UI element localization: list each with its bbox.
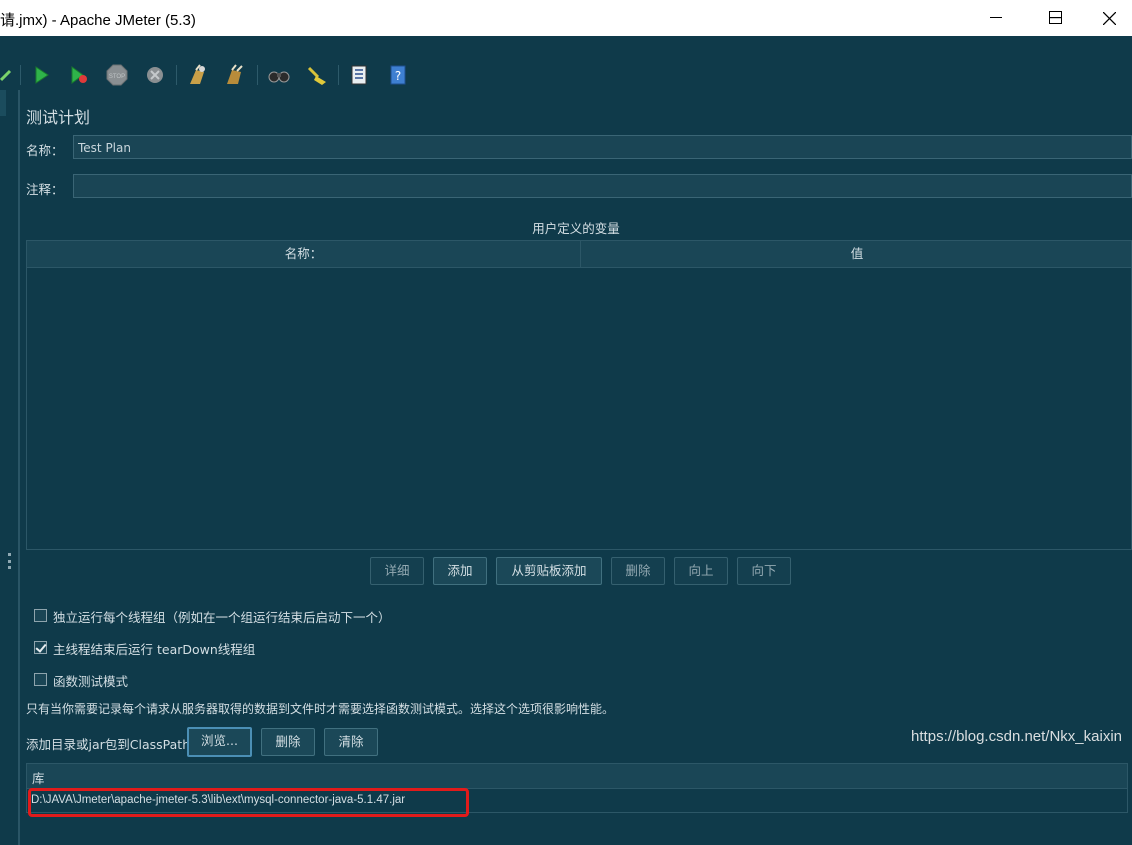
- toolbar-separator: [176, 65, 177, 85]
- close-button[interactable]: [1086, 0, 1132, 36]
- browse-button[interactable]: 浏览...: [187, 727, 252, 757]
- add-from-clipboard-button[interactable]: 从剪贴板添加: [496, 557, 602, 585]
- functional-mode-checkbox[interactable]: [34, 673, 47, 686]
- split-pane-grip[interactable]: [8, 553, 12, 569]
- toolbar-separator: [338, 65, 339, 85]
- search-icon[interactable]: [267, 63, 291, 87]
- menu-bar: [0, 36, 1132, 60]
- serialize-threadgroups-checkbox[interactable]: [34, 609, 47, 622]
- name-label: 名称：: [26, 143, 64, 158]
- toolbar: STOP ?: [0, 60, 1132, 90]
- shutdown-icon[interactable]: [143, 63, 167, 87]
- window-title: 请.jmx) - Apache JMeter (5.3): [0, 12, 196, 29]
- comment-field[interactable]: [73, 174, 1132, 198]
- panel-title: 测试计划: [26, 108, 91, 127]
- stop-icon[interactable]: STOP: [105, 63, 129, 87]
- teardown-on-shutdown-label: 主线程结束后运行 tearDown线程组: [53, 642, 256, 657]
- clear-all-icon[interactable]: [223, 63, 247, 87]
- functional-mode-note: 只有当你需要记录每个请求从服务器取得的数据到文件时才需要选择函数测试模式。选择这…: [26, 702, 615, 716]
- functional-mode-label: 函数测试模式: [53, 674, 129, 689]
- delete-variable-button[interactable]: 删除: [611, 557, 665, 585]
- tree-panel[interactable]: [0, 90, 20, 845]
- window-titlebar: 请.jmx) - Apache JMeter (5.3): [0, 0, 1132, 36]
- start-icon[interactable]: [29, 63, 53, 87]
- maximize-icon[interactable]: [1049, 11, 1062, 24]
- classpath-clear-button[interactable]: 清除: [324, 728, 378, 756]
- reset-search-icon[interactable]: [305, 63, 329, 87]
- detail-button[interactable]: 详细: [370, 557, 424, 585]
- pencil-icon[interactable]: [0, 63, 18, 87]
- serialize-threadgroups-label: 独立运行每个线程组（例如在一个组运行结束后启动下一个）: [53, 610, 391, 625]
- function-helper-icon[interactable]: [347, 63, 371, 87]
- help-icon[interactable]: ?: [386, 63, 410, 87]
- clear-icon[interactable]: [185, 63, 209, 87]
- library-column-header: 库: [32, 771, 45, 786]
- svg-text:STOP: STOP: [109, 74, 125, 80]
- comment-label: 注释：: [26, 182, 64, 197]
- variables-table-header: 名称： 值: [27, 241, 1131, 268]
- move-down-button[interactable]: 向下: [737, 557, 791, 585]
- red-highlight-annotation: [28, 788, 469, 817]
- teardown-on-shutdown-checkbox[interactable]: [34, 641, 47, 654]
- close-icon: [1102, 11, 1116, 25]
- column-header-value[interactable]: 值: [581, 241, 1132, 267]
- start-no-pause-icon[interactable]: [67, 63, 91, 87]
- classpath-delete-button[interactable]: 删除: [261, 728, 315, 756]
- name-field[interactable]: Test Plan: [73, 135, 1132, 159]
- tree-selected-node[interactable]: [0, 90, 6, 116]
- variables-section-title: 用户定义的变量: [532, 221, 620, 236]
- classpath-label: 添加目录或jar包到ClassPath: [26, 737, 191, 752]
- toolbar-separator: [20, 65, 21, 85]
- library-table-header: 库: [27, 764, 1127, 789]
- minimize-icon[interactable]: [990, 17, 1002, 18]
- toolbar-separator: [257, 65, 258, 85]
- watermark-text: https://blog.csdn.net/Nkx_kaixin: [911, 728, 1122, 745]
- move-up-button[interactable]: 向上: [674, 557, 728, 585]
- add-button[interactable]: 添加: [433, 557, 487, 585]
- column-header-name[interactable]: 名称：: [27, 241, 580, 267]
- variables-table[interactable]: 名称： 值: [26, 240, 1132, 550]
- svg-text:?: ?: [395, 69, 401, 83]
